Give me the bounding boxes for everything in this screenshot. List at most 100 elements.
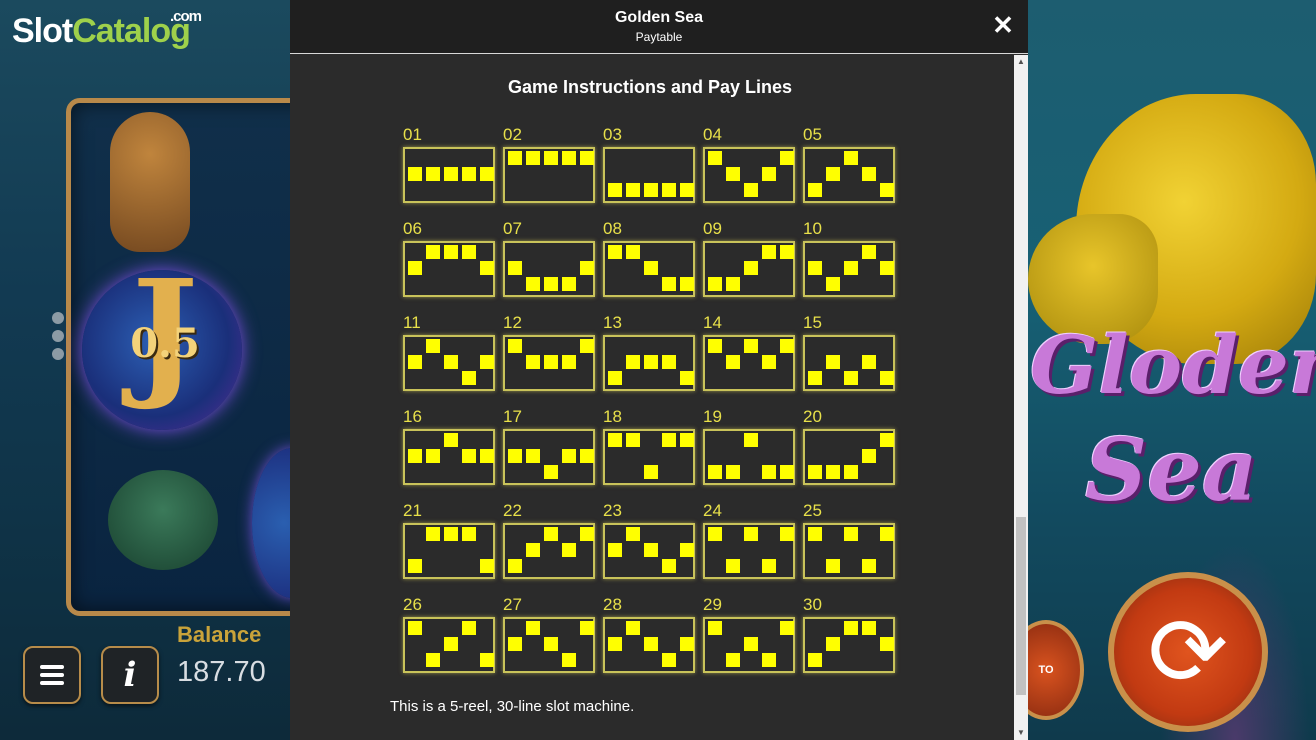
payline-number: 21 [403,501,422,520]
payline-position-marker [626,183,640,197]
payline-position-marker [462,371,476,385]
payline-number: 08 [603,219,622,238]
payline-position-marker [408,621,422,635]
payline-diagram [503,617,595,673]
payline-position-marker [808,261,822,275]
j-symbol-value: 0.5 [130,320,200,367]
modal-header: Golden Sea Paytable ✕ [290,0,1028,54]
payline-diagram [603,335,695,391]
payline-position-marker [844,151,858,165]
payline-position-marker [880,433,894,447]
balance-label: Balance [177,622,262,647]
payline-position-marker [508,261,522,275]
payline-number: 22 [503,501,522,520]
payline-position-marker [826,637,840,651]
payline-number: 14 [703,313,722,332]
payline-position-marker [544,277,558,291]
payline-position-marker [680,277,694,291]
payline-28: 28 [602,595,702,689]
spin-button[interactable]: ⟳ [1108,572,1268,732]
payline-position-marker [508,637,522,651]
payline-position-marker [444,355,458,369]
payline-position-marker [726,559,740,573]
payline-20: 20 [802,407,902,501]
payline-position-marker [508,339,522,353]
spin-arrows-icon: ⟳ [1147,596,1229,708]
payline-diagram [803,523,895,579]
payline-diagram [603,523,695,579]
payline-position-marker [880,637,894,651]
paytable-content[interactable]: Game Instructions and Pay Lines 01 02 03 04… [290,55,1014,740]
modal-title: Golden Sea [614,9,704,26]
payline-position-marker [662,559,676,573]
payline-24: 24 [702,501,802,595]
payline-position-marker [626,355,640,369]
payline-position-marker [426,449,440,463]
payline-diagram [403,617,495,673]
payline-number: 23 [603,501,622,520]
payline-27: 27 [502,595,602,689]
game-background-left: SlotCatalog .com J 0.5 i Balance 187.70 [0,0,290,740]
payline-position-marker [526,621,540,635]
game-logo-line1: Gloden [1030,318,1316,412]
payline-diagram [703,335,795,391]
payline-position-marker [480,449,494,463]
payline-position-marker [526,449,540,463]
payline-diagram [603,241,695,297]
payline-position-marker [544,355,558,369]
payline-position-marker [708,277,722,291]
menu-button[interactable] [23,646,81,704]
close-icon[interactable]: ✕ [988,10,1018,40]
payline-position-marker [408,167,422,181]
scrollbar-thumb[interactable] [1016,517,1026,695]
payline-position-marker [608,371,622,385]
payline-position-marker [608,543,622,557]
payline-position-marker [726,277,740,291]
scrollbar[interactable]: ▲ ▼ [1014,55,1028,740]
payline-position-marker [826,465,840,479]
scroll-down-arrow-icon[interactable]: ▼ [1014,726,1028,740]
payline-02: 02 [502,125,602,219]
payline-position-marker [444,637,458,651]
payline-position-marker [608,245,622,259]
payline-number: 06 [403,219,422,238]
payline-diagram [503,241,595,297]
payline-position-marker [444,167,458,181]
payline-position-marker [726,653,740,667]
payline-position-marker [426,167,440,181]
payline-diagram [603,617,695,673]
payline-diagram [403,523,495,579]
payline-position-marker [744,261,758,275]
payline-position-marker [744,339,758,353]
payline-06: 06 [402,219,502,313]
payline-position-marker [708,465,722,479]
payline-position-marker [444,433,458,447]
modal-subtitle: Paytable [635,30,683,44]
payline-11: 11 [402,313,502,407]
info-button[interactable]: i [101,646,159,704]
payline-position-marker [680,433,694,447]
payline-position-marker [526,277,540,291]
payline-diagram [603,147,695,203]
payline-position-marker [480,653,494,667]
payline-number: 18 [603,407,622,426]
payline-position-marker [844,527,858,541]
payline-09: 09 [702,219,802,313]
payline-29: 29 [702,595,802,689]
payline-position-marker [708,621,722,635]
payline-position-marker [462,449,476,463]
scroll-up-arrow-icon[interactable]: ▲ [1014,55,1028,69]
payline-position-marker [644,543,658,557]
payline-position-marker [662,183,676,197]
seahorse-symbol [110,112,190,252]
payline-position-marker [880,527,894,541]
balance-value: 187.70 [177,656,266,688]
payline-position-marker [526,543,540,557]
payline-19: 19 [702,407,802,501]
payline-position-marker [644,465,658,479]
payline-position-marker [662,277,676,291]
payline-position-marker [662,433,676,447]
payline-diagram [803,335,895,391]
payline-number: 27 [503,595,522,614]
payline-position-marker [780,339,794,353]
